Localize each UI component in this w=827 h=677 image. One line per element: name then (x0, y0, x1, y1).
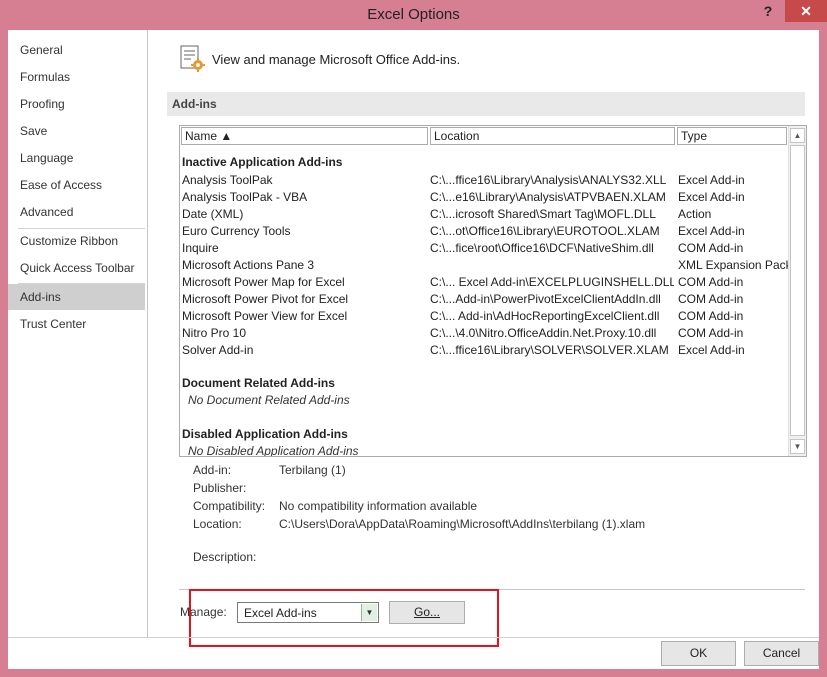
chevron-down-icon[interactable]: ▼ (361, 604, 377, 621)
addins-list[interactable]: Name ▲ Location Type Inactive Applicatio… (179, 125, 807, 457)
cell-location: C:\... Add-in\AdHocReportingExcelClient.… (430, 309, 660, 323)
sidebar-item-customize-ribbon[interactable]: Customize Ribbon (8, 228, 145, 254)
sidebar-item-advanced[interactable]: Advanced (8, 199, 145, 225)
cell-type: COM Add-in (678, 292, 744, 306)
page-heading: View and manage Microsoft Office Add-ins… (212, 52, 461, 67)
column-header-location[interactable]: Location (430, 127, 675, 145)
title-bar: Excel Options ? ✕ (0, 0, 827, 30)
sidebar-item-save[interactable]: Save (8, 118, 145, 144)
compatibility-value: No compatibility information available (279, 499, 478, 513)
cell-location: C:\...fice\root\Office16\DCF\NativeShim.… (430, 241, 654, 255)
cell-type: COM Add-in (678, 326, 744, 340)
cell-name: Microsoft Power Map for Excel (182, 275, 345, 289)
cell-location: C:\... Excel Add-in\EXCELPLUGINSHELL.DLL (430, 275, 674, 289)
addin-value: Terbilang (1) (279, 463, 346, 477)
cell-type: Action (678, 207, 712, 221)
table-row[interactable]: Analysis ToolPak C:\...ffice16\Library\A… (180, 172, 788, 189)
divider (179, 589, 805, 590)
cell-type: XML Expansion Pack (678, 258, 788, 272)
sidebar-item-formulas[interactable]: Formulas (8, 64, 145, 90)
go-button[interactable]: Go... (389, 601, 465, 624)
cell-location: C:\...\4.0\Nitro.OfficeAddin.Net.Proxy.1… (430, 326, 657, 340)
sidebar-item-general[interactable]: General (8, 37, 145, 63)
cell-name: Inquire (182, 241, 219, 255)
sidebar-item-ease-of-access[interactable]: Ease of Access (8, 172, 145, 198)
table-row[interactable]: Microsoft Power Pivot for Excel C:\...Ad… (180, 291, 788, 308)
main-panel: View and manage Microsoft Office Add-ins… (153, 30, 819, 647)
group-header-inactive: Inactive Application Add-ins (182, 155, 343, 169)
scroll-up-icon[interactable]: ▲ (790, 128, 805, 143)
scroll-down-icon[interactable]: ▼ (790, 439, 805, 454)
table-row[interactable]: Solver Add-in C:\...ffice16\Library\SOLV… (180, 342, 788, 359)
addin-label: Add-in: (193, 463, 232, 477)
cell-type: COM Add-in (678, 309, 744, 323)
location-value: C:\Users\Dora\AppData\Roaming\Microsoft\… (279, 517, 646, 531)
group-header-disabled: Disabled Application Add-ins (182, 427, 348, 441)
footer-divider (8, 637, 819, 638)
cell-name: Solver Add-in (182, 343, 254, 357)
addins-gear-icon (178, 44, 208, 74)
cell-name: Microsoft Power Pivot for Excel (182, 292, 349, 306)
table-row[interactable]: Nitro Pro 10 C:\...\4.0\Nitro.OfficeAddi… (180, 325, 788, 342)
sidebar-item-language[interactable]: Language (8, 145, 145, 171)
empty-disabled-text: No Disabled Application Add-ins (188, 444, 359, 457)
table-row[interactable]: Microsoft Power Map for Excel C:\... Exc… (180, 274, 788, 291)
manage-label: Manage: (180, 605, 227, 619)
sidebar: General Formulas Proofing Save Language … (8, 30, 148, 637)
empty-document-text: No Document Related Add-ins (188, 393, 350, 407)
cell-type: Excel Add-in (678, 343, 745, 357)
cell-type: COM Add-in (678, 241, 744, 255)
cell-name: Analysis ToolPak (182, 173, 273, 187)
cell-name: Microsoft Power View for Excel (182, 309, 348, 323)
vertical-scrollbar[interactable]: ▲ ▼ (788, 126, 806, 456)
cell-name: Euro Currency Tools (182, 224, 291, 238)
help-button[interactable]: ? (758, 3, 778, 23)
publisher-label: Publisher: (193, 481, 247, 495)
cell-location: C:\...e16\Library\Analysis\ATPVBAEN.XLAM (430, 190, 666, 204)
column-header-type[interactable]: Type (677, 127, 787, 145)
table-row[interactable]: Inquire C:\...fice\root\Office16\DCF\Nat… (180, 240, 788, 257)
close-button[interactable]: ✕ (785, 0, 827, 22)
description-label: Description: (193, 550, 257, 564)
scroll-thumb[interactable] (790, 145, 805, 436)
cell-location: C:\...ffice16\Library\Analysis\ANALYS32.… (430, 173, 667, 187)
column-header-name[interactable]: Name ▲ (181, 127, 428, 145)
cell-type: COM Add-in (678, 275, 744, 289)
cell-location: C:\...ffice16\Library\SOLVER\SOLVER.XLAM (430, 343, 669, 357)
cell-type: Excel Add-in (678, 224, 745, 238)
compatibility-label: Compatibility: (193, 499, 266, 513)
cell-name: Microsoft Actions Pane 3 (182, 258, 315, 272)
section-title: Add-ins (172, 97, 217, 111)
ok-button[interactable]: OK (661, 641, 736, 666)
table-row[interactable]: Date (XML) C:\...icrosoft Shared\Smart T… (180, 206, 788, 223)
cell-location: C:\...ot\Office16\Library\EUROTOOL.XLAM (430, 224, 660, 238)
sidebar-item-proofing[interactable]: Proofing (8, 91, 145, 117)
cell-location: C:\...Add-in\PowerPivotExcelClientAddIn.… (430, 292, 661, 306)
dialog-client: General Formulas Proofing Save Language … (8, 30, 819, 669)
window-title: Excel Options (367, 6, 460, 23)
section-header: Add-ins (167, 92, 805, 116)
cell-name: Analysis ToolPak - VBA (182, 190, 308, 204)
table-row[interactable]: Euro Currency Tools C:\...ot\Office16\Li… (180, 223, 788, 240)
sidebar-item-quick-access-toolbar[interactable]: Quick Access Toolbar (8, 255, 145, 281)
sidebar-item-add-ins[interactable]: Add-ins (8, 284, 145, 310)
cell-type: Excel Add-in (678, 190, 745, 204)
sidebar-item-trust-center[interactable]: Trust Center (8, 311, 145, 337)
manage-select[interactable]: Excel Add-ins ▼ (237, 602, 379, 623)
manage-select-value: Excel Add-ins (244, 606, 317, 620)
cancel-button[interactable]: Cancel (744, 641, 819, 666)
table-row[interactable]: Analysis ToolPak - VBA C:\...e16\Library… (180, 189, 788, 206)
go-button-label: Go... (413, 605, 440, 619)
cell-name: Nitro Pro 10 (182, 326, 247, 340)
cell-type: Excel Add-in (678, 173, 745, 187)
group-header-document: Document Related Add-ins (182, 376, 335, 390)
table-row[interactable]: Microsoft Power View for Excel C:\... Ad… (180, 308, 788, 325)
cell-name: Date (XML) (182, 207, 244, 221)
table-row[interactable]: Microsoft Actions Pane 3 XML Expansion P… (180, 257, 788, 274)
cell-location: C:\...icrosoft Shared\Smart Tag\MOFL.DLL (430, 207, 656, 221)
location-label: Location: (193, 517, 242, 531)
